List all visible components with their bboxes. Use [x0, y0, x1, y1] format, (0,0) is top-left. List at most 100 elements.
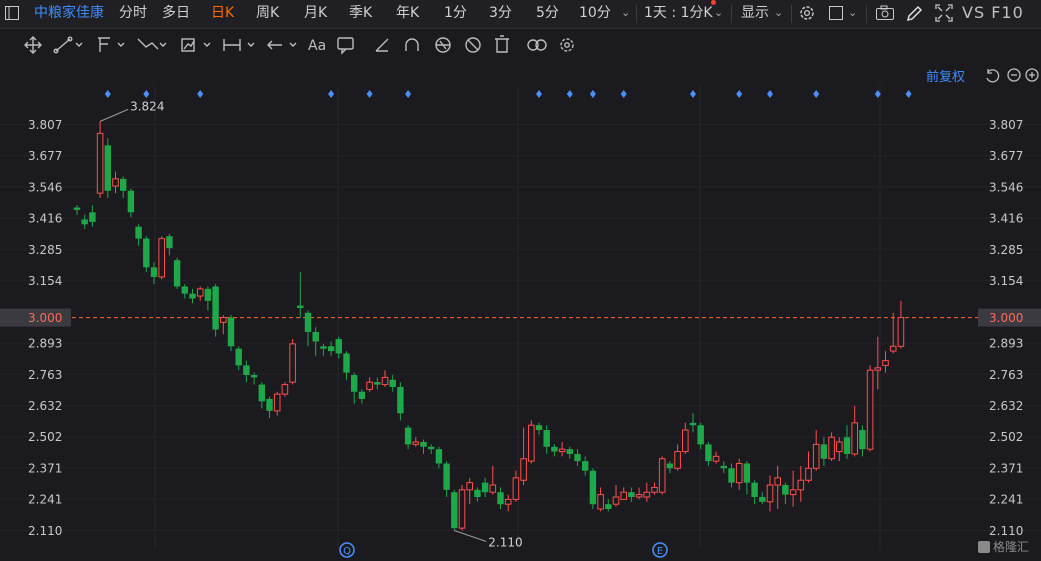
candles-group — [73, 121, 905, 531]
candle-body-down — [389, 379, 396, 387]
y-tick-label-left: 3.285 — [28, 243, 62, 257]
event-dot — [813, 90, 820, 98]
candle-body-up — [381, 376, 389, 386]
candle-body-down — [312, 331, 319, 342]
candle-body-down — [497, 492, 504, 505]
candle-body-down — [859, 430, 866, 450]
y-tick-label-left: 2.371 — [28, 462, 62, 476]
candle-body-down — [127, 190, 135, 213]
candle-body-down — [689, 422, 697, 426]
candle-body-up — [558, 448, 566, 453]
candle-body-up — [289, 343, 296, 383]
y-axis-left: 3.807 3.677 3.546 3.416 3.285 3.154 3.000 2.893… — [0, 118, 71, 538]
candle-body-down — [212, 286, 219, 330]
candle-body-down — [582, 461, 589, 471]
y-tick-label-left: 2.893 — [28, 337, 62, 351]
event-dot — [366, 90, 373, 98]
candle-body-down — [89, 212, 96, 222]
candle-body-up — [735, 463, 743, 484]
event-dot — [767, 90, 773, 98]
y-tick-label-right: 3.154 — [989, 274, 1023, 288]
candle-body-down — [120, 178, 127, 191]
candle-body-down — [297, 305, 304, 309]
candle-body-down — [258, 384, 265, 402]
candle-body-down — [743, 463, 751, 483]
event-dot — [405, 90, 412, 98]
candle-body-down — [666, 463, 674, 469]
candle-body-down — [420, 441, 427, 447]
y-tick-label-right: 2.110 — [989, 524, 1023, 538]
y-tick-label-left: 3.807 — [28, 118, 62, 132]
candle-body-down — [374, 382, 381, 385]
candle-body-down — [266, 398, 273, 411]
candle-body-up — [889, 345, 897, 352]
candle-body-down — [782, 485, 789, 495]
candle-body-down — [435, 449, 443, 464]
candle-body-down — [551, 446, 558, 452]
high-leader — [99, 108, 129, 122]
candle-body-down — [628, 492, 635, 498]
candle-body-down — [227, 317, 235, 347]
candle-body-up — [220, 317, 227, 323]
candle-body-up — [489, 484, 497, 493]
candle-body-up — [528, 424, 535, 462]
candle-body-down — [451, 492, 458, 529]
event-marker-label: Q — [343, 546, 351, 557]
candle-body-down — [73, 207, 81, 210]
candle-body-down — [697, 425, 704, 445]
event-marker-label: E — [657, 546, 663, 557]
candle-body-up — [866, 369, 874, 450]
y-tick-label-right: 2.371 — [989, 462, 1023, 476]
y-tick-label-right: 3.807 — [989, 118, 1023, 132]
candle-body-down — [605, 504, 612, 509]
candle-body-down — [474, 489, 481, 498]
candle-body-up — [828, 436, 835, 460]
candle-body-up — [620, 491, 628, 500]
candle-body-up — [874, 367, 882, 371]
y-tick-label-left: 3.677 — [28, 149, 62, 163]
y-tick-label-right: 2.763 — [989, 368, 1023, 382]
high-label: 3.824 — [130, 99, 164, 113]
candle-body-up — [658, 458, 666, 493]
event-dot — [589, 90, 596, 98]
candle-body-down — [543, 430, 550, 447]
candle-body-down — [358, 391, 366, 399]
candle-body-down — [481, 482, 489, 493]
candle-body-down — [143, 238, 150, 268]
candle-body-up — [774, 477, 782, 486]
candlestick-chart[interactable]: 3.807 3.677 3.546 3.416 3.285 3.154 3.000 2.893… — [0, 0, 1041, 561]
candle-body-down — [720, 465, 727, 469]
candle-body-down — [535, 425, 543, 431]
candle-body-up — [466, 482, 473, 491]
candle-body-up — [797, 479, 805, 491]
candle-body-up — [504, 498, 512, 505]
candle-body-down — [751, 482, 758, 498]
candle-body-down — [404, 427, 412, 445]
y-tick-label-left: 3.416 — [28, 212, 62, 226]
y-tick-label-left: 3.154 — [28, 274, 62, 288]
candle-body-down — [104, 145, 111, 191]
candle-body-up — [520, 458, 527, 481]
candle-body-up — [412, 441, 420, 445]
y-tick-label-left: 2.241 — [28, 493, 62, 507]
candle-body-up — [597, 494, 604, 510]
candle-body-down — [189, 293, 196, 299]
candle-body-up — [635, 494, 643, 498]
candle-body-down — [235, 348, 242, 366]
candle-body-up — [612, 496, 620, 505]
low-leader — [454, 530, 487, 542]
y-tick-label-right: 3.546 — [989, 180, 1023, 194]
candle-body-up — [789, 489, 797, 496]
candle-body-down — [820, 444, 828, 459]
candle-body-down — [566, 449, 573, 454]
candle-body-down — [173, 260, 181, 287]
event-dot — [905, 90, 912, 98]
candle-body-down — [843, 437, 851, 454]
y-tick-label-right: 3.416 — [989, 212, 1023, 226]
watermark-logo: 格隆汇 — [978, 538, 1029, 555]
candle-body-down — [705, 444, 712, 462]
candle-body-up — [851, 422, 859, 455]
y-axis-right: 3.807 3.677 3.546 3.416 3.285 3.154 3.000 2.893… — [978, 118, 1041, 538]
candle-body-down — [728, 468, 735, 483]
candle-body-down — [335, 339, 342, 354]
